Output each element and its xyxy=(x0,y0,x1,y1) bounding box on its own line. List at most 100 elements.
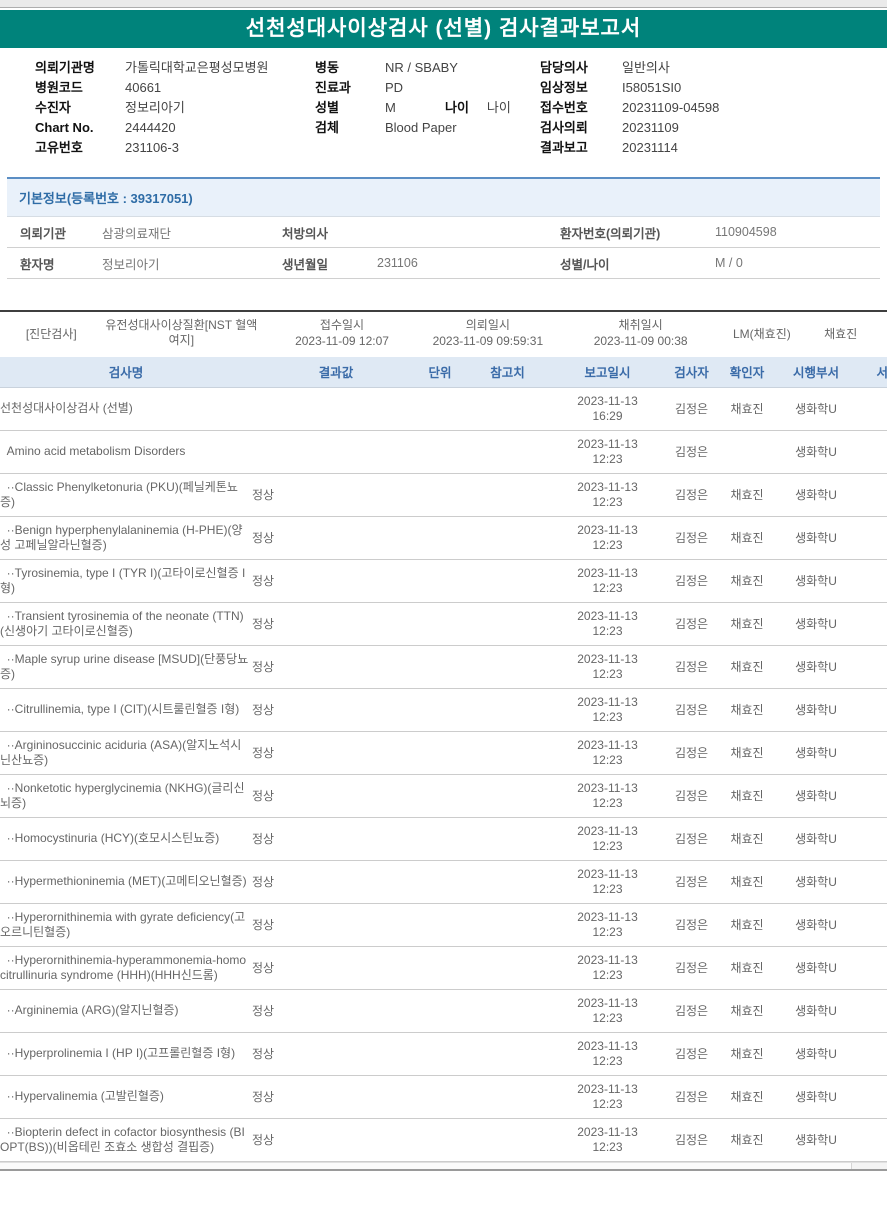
result-row[interactable]: ··Argininosuccinic aciduria (ASA)(알지노석시닌… xyxy=(0,731,887,775)
column-header-department: 시행부서 xyxy=(771,357,861,388)
header-field: 접수번호 20231109-04598 xyxy=(540,98,880,118)
basic-info-row: 의뢰기관 삼광의료재단 처방의사 환자번호(의뢰기관) 110904598 xyxy=(7,217,880,248)
column-header-result: 결과값 xyxy=(252,357,420,388)
order-test-group: 유전성대사이상질환[NST 혈액여지] xyxy=(105,318,258,347)
reference-range xyxy=(460,989,555,1033)
tester: 김정은 xyxy=(660,387,723,431)
result-row[interactable]: ··Hypermethioninemia (MET)(고메티오닌혈증) 정상 2… xyxy=(0,860,887,904)
reported-at: 2023-11-13 12:23 xyxy=(555,860,660,904)
unit xyxy=(420,946,460,990)
field-value: 20231109-04598 xyxy=(622,100,720,115)
result-row[interactable]: ··Classic Phenylketonuria (PKU)(페닐케톤뇨증) … xyxy=(0,473,887,517)
result-row[interactable]: ··Hyperornithinemia-hyperammonemia-homoc… xyxy=(0,946,887,990)
confirmer: 채효진 xyxy=(723,817,771,861)
test-name: ··Maple syrup urine disease [MSUD](단풍당뇨증… xyxy=(0,645,252,689)
result-value: 정상 xyxy=(252,946,420,990)
result-row[interactable]: ··Hyperprolinemia I (HP I)(고프롤린혈증 I형) 정상… xyxy=(0,1032,887,1076)
field-label: 성별 xyxy=(315,100,339,115)
results-header-row: 검사명 결과값 단위 참고치 보고일시 검사자 확인자 시행부서 서식 xyxy=(0,357,887,388)
result-value: 정상 xyxy=(252,1118,420,1162)
test-name: ··Citrullinemia, type I (CIT)(시트룰린혈증 I형) xyxy=(0,688,252,732)
order-collector: LM(채효진) xyxy=(732,326,791,341)
tester: 김정은 xyxy=(660,430,723,474)
reported-date: 2023-11-13 xyxy=(577,1038,638,1053)
test-name: ··Nonketotic hyperglycinemia (NKHG)(글리신뇌… xyxy=(0,774,252,818)
field-label: 의뢰기관명 xyxy=(35,60,95,75)
field-value-secondary: 나이 xyxy=(486,100,511,115)
result-row[interactable]: Amino acid metabolism Disorders 2023-11-… xyxy=(0,430,887,474)
report-header-info: 의뢰기관명 가톨릭대학교은평성모병원 병원코드 40661 수진자 정보리아기 Cha… xyxy=(0,48,887,166)
result-value: 정상 xyxy=(252,989,420,1033)
department: 생화학U xyxy=(771,946,861,990)
reference-range xyxy=(460,645,555,689)
result-row[interactable]: ··Tyrosinemia, type I (TYR I)(고타이로신혈증 I형… xyxy=(0,559,887,603)
column-header-tester: 검사자 xyxy=(660,357,723,388)
result-row[interactable]: ··Argininemia (ARG)(알지닌혈증) 정상 2023-11-13… xyxy=(0,989,887,1033)
field-label: 고유번호 xyxy=(35,140,83,155)
field-value: NR / SBABY xyxy=(385,60,458,75)
result-row[interactable]: ··Hypervalinemia (고발린혈증) 정상 2023-11-13 1… xyxy=(0,1075,887,1119)
header-field: 담당의사 일반의사 xyxy=(540,58,880,78)
field-value: Blood Paper xyxy=(385,120,457,135)
header-field: 수진자 정보리아기 xyxy=(35,98,315,118)
reported-date: 2023-11-13 xyxy=(577,823,638,838)
field-value: 231106 xyxy=(377,256,418,270)
test-name: ··Transient tyrosinemia of the neonate (… xyxy=(0,602,252,646)
header-field: 의뢰기관명 가톨릭대학교은평성모병원 xyxy=(35,58,315,78)
reported-at: 2023-11-13 12:23 xyxy=(555,731,660,775)
header-field: Chart No. 2444420 xyxy=(35,118,315,138)
unit xyxy=(420,473,460,517)
reported-at: 2023-11-13 16:29 xyxy=(555,387,660,431)
window-top-bar xyxy=(0,0,887,8)
reported-date: 2023-11-13 xyxy=(577,436,638,451)
horizontal-scrollbar-thumb[interactable] xyxy=(0,1162,852,1169)
header-column-right: 담당의사 일반의사 임상정보 I58051SI0 접수번호 20231109-0459… xyxy=(540,58,880,158)
test-name: ··Hypervalinemia (고발린혈증) xyxy=(0,1075,252,1119)
result-row[interactable]: 선천성대사이상검사 (선별) 2023-11-13 16:29 김정은 채효진 … xyxy=(0,387,887,431)
test-name: ··Tyrosinemia, type I (TYR I)(고타이로신혈증 I형… xyxy=(0,559,252,603)
test-name: ··Hyperornithinemia with gyrate deficien… xyxy=(0,903,252,947)
horizontal-scrollbar[interactable] xyxy=(0,1161,887,1171)
result-value: 정상 xyxy=(252,645,420,689)
header-field: 임상정보 I58051SI0 xyxy=(540,78,880,98)
result-row[interactable]: ··Hyperornithinemia with gyrate deficien… xyxy=(0,903,887,947)
result-row[interactable]: ··Biopterin defect in cofactor biosynthe… xyxy=(0,1118,887,1162)
header-field: 검체 Blood Paper xyxy=(315,118,540,138)
department: 생화학U xyxy=(771,860,861,904)
result-row[interactable]: ··Nonketotic hyperglycinemia (NKHG)(글리신뇌… xyxy=(0,774,887,818)
result-value: 정상 xyxy=(252,817,420,861)
reported-at: 2023-11-13 12:23 xyxy=(555,645,660,689)
field-value: 20231109 xyxy=(622,120,679,135)
unit xyxy=(420,1075,460,1119)
result-value: 정상 xyxy=(252,903,420,947)
field-label: 의뢰기관 xyxy=(20,226,67,241)
field-value: 110904598 xyxy=(715,225,777,239)
results-table: 검사명 결과값 단위 참고치 보고일시 검사자 확인자 시행부서 서식 선천성대… xyxy=(0,357,887,1162)
field-label: 환자번호(의뢰기관) xyxy=(560,226,661,241)
field-label: 검체 xyxy=(315,120,339,135)
unit xyxy=(420,817,460,861)
department: 생화학U xyxy=(771,516,861,560)
reported-at: 2023-11-13 12:23 xyxy=(555,1118,660,1162)
test-name: ··Argininemia (ARG)(알지닌혈증) xyxy=(0,989,252,1033)
reported-at: 2023-11-13 12:23 xyxy=(555,602,660,646)
form xyxy=(861,946,887,990)
unit xyxy=(420,559,460,603)
result-row[interactable]: ··Citrullinemia, type I (CIT)(시트룰린혈증 I형)… xyxy=(0,688,887,732)
form xyxy=(861,688,887,732)
result-row[interactable]: ··Homocystinuria (HCY)(호모시스틴뇨증) 정상 2023-… xyxy=(0,817,887,861)
result-row[interactable]: ··Maple syrup urine disease [MSUD](단풍당뇨증… xyxy=(0,645,887,689)
field-value: PD xyxy=(385,80,404,95)
tester: 김정은 xyxy=(660,946,723,990)
result-row[interactable]: ··Transient tyrosinemia of the neonate (… xyxy=(0,602,887,646)
field-label-secondary: 나이 xyxy=(445,100,469,115)
test-name: ··Hyperornithinemia-hyperammonemia-homoc… xyxy=(0,946,252,990)
form xyxy=(861,559,887,603)
result-row[interactable]: ··Benign hyperphenylalaninemia (H-PHE)(양… xyxy=(0,516,887,560)
header-field: 고유번호 231106-3 xyxy=(35,138,315,158)
unit xyxy=(420,688,460,732)
time-label: 채취일시 xyxy=(618,318,663,332)
confirmer: 채효진 xyxy=(723,473,771,517)
tester: 김정은 xyxy=(660,903,723,947)
form xyxy=(861,989,887,1033)
